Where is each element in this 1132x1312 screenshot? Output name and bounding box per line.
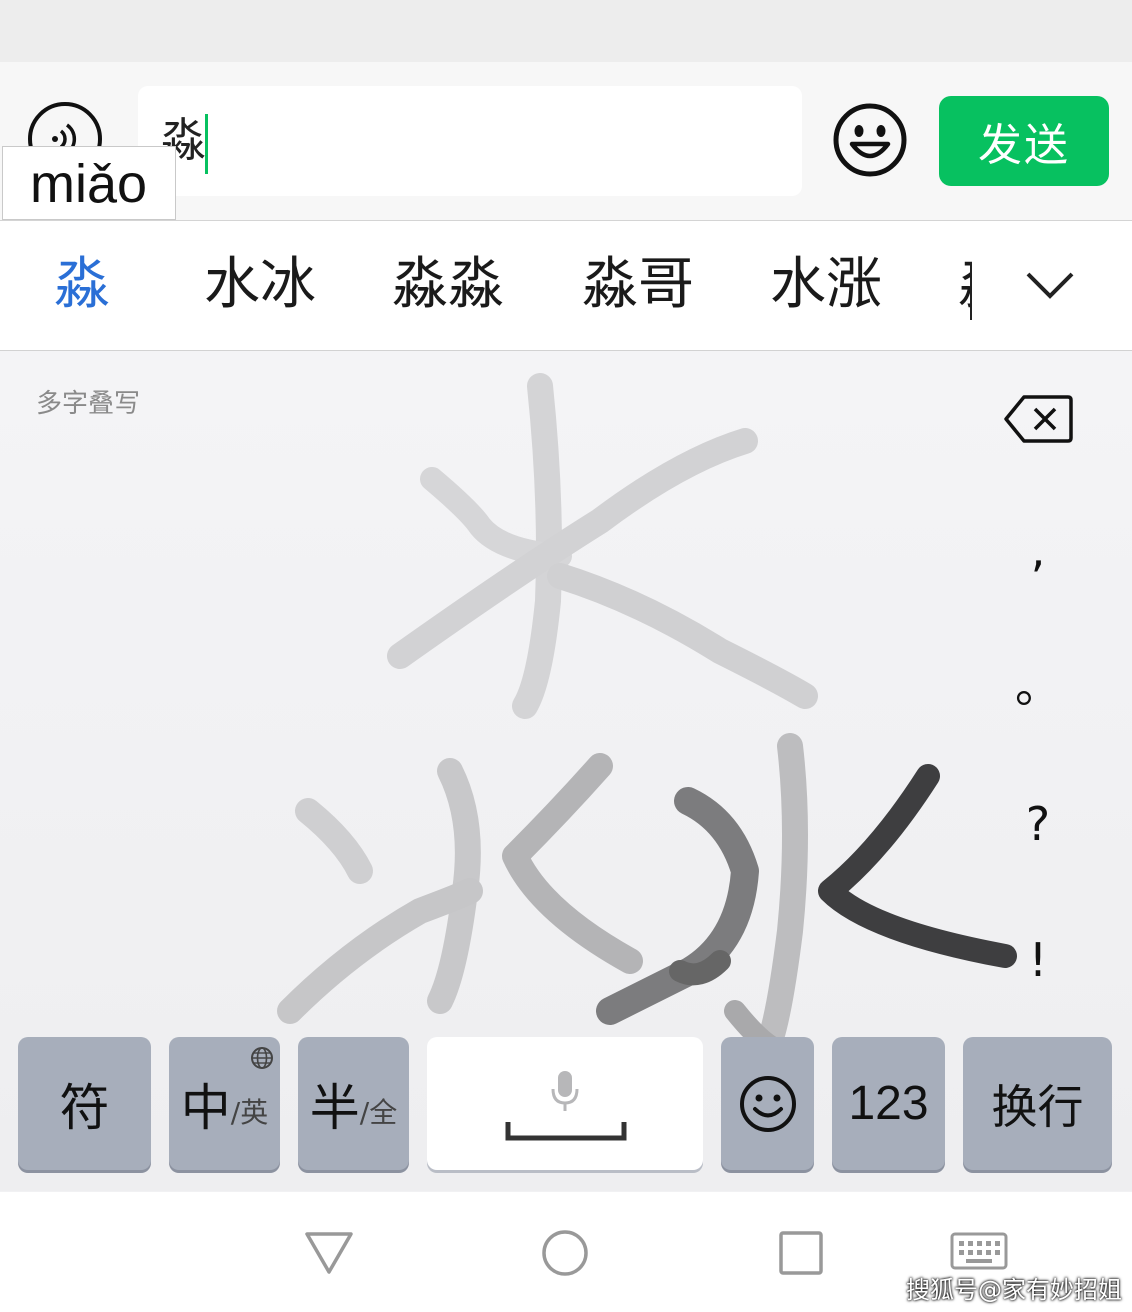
lang-key-main: 中 (180, 1078, 231, 1137)
status-strip (0, 0, 1132, 63)
candidate-divider (970, 262, 972, 320)
lang-key-alt: /英 (230, 1095, 269, 1129)
enter-key-label: 换行 (991, 1079, 1084, 1134)
circle-home-icon[interactable] (540, 1228, 590, 1278)
chevron-down-icon (1026, 272, 1074, 299)
triangle-back-icon[interactable] (304, 1230, 354, 1276)
candidate-item-1[interactable]: 淼 (54, 250, 110, 320)
symbol-key-label: 符 (59, 1078, 110, 1137)
numbers-key[interactable]: 123 (832, 1037, 945, 1170)
punct-question[interactable]: ? (1010, 796, 1066, 852)
text-caret (205, 114, 208, 174)
punct-comma[interactable]: , (1010, 522, 1066, 578)
space-key[interactable] (427, 1037, 703, 1170)
keyboard-icon[interactable] (950, 1232, 1008, 1274)
square-recent-icon[interactable] (778, 1230, 824, 1276)
numbers-key-label: 123 (848, 1077, 929, 1130)
width-key-alt: /全 (359, 1095, 398, 1129)
backspace-icon (1004, 395, 1073, 443)
symbol-key[interactable]: 符 (18, 1037, 151, 1170)
globe-icon (251, 1047, 273, 1069)
emoji-key[interactable] (721, 1037, 814, 1170)
candidate-item-4[interactable]: 淼哥 (582, 250, 694, 320)
pinyin-reading: miǎo (30, 154, 148, 214)
message-input[interactable] (138, 86, 802, 196)
width-key-main: 半 (309, 1078, 360, 1137)
emoji-button[interactable] (832, 102, 908, 178)
smiley-icon (739, 1075, 796, 1132)
enter-key[interactable]: 换行 (963, 1037, 1112, 1170)
backspace-button[interactable] (1002, 393, 1074, 445)
expand-candidates-button[interactable] (1020, 262, 1080, 308)
watermark: 搜狐号@家有妙招姐 (906, 1276, 1122, 1304)
microphone-icon (551, 1071, 579, 1111)
punct-period[interactable]: 。 (1010, 658, 1066, 714)
send-button[interactable]: 发送 (939, 96, 1109, 186)
width-switch-key[interactable]: 半/全 (298, 1037, 409, 1170)
candidate-item-5[interactable]: 水涨 (770, 250, 882, 320)
lang-switch-key[interactable]: 中/英 (169, 1037, 280, 1170)
punct-exclamation[interactable]: ! (1010, 932, 1066, 988)
space-bar-icon (505, 1122, 627, 1141)
candidate-item-2[interactable]: 水冰 (204, 250, 316, 320)
candidate-item-3[interactable]: 淼淼 (392, 250, 504, 320)
smiley-icon (833, 103, 907, 177)
